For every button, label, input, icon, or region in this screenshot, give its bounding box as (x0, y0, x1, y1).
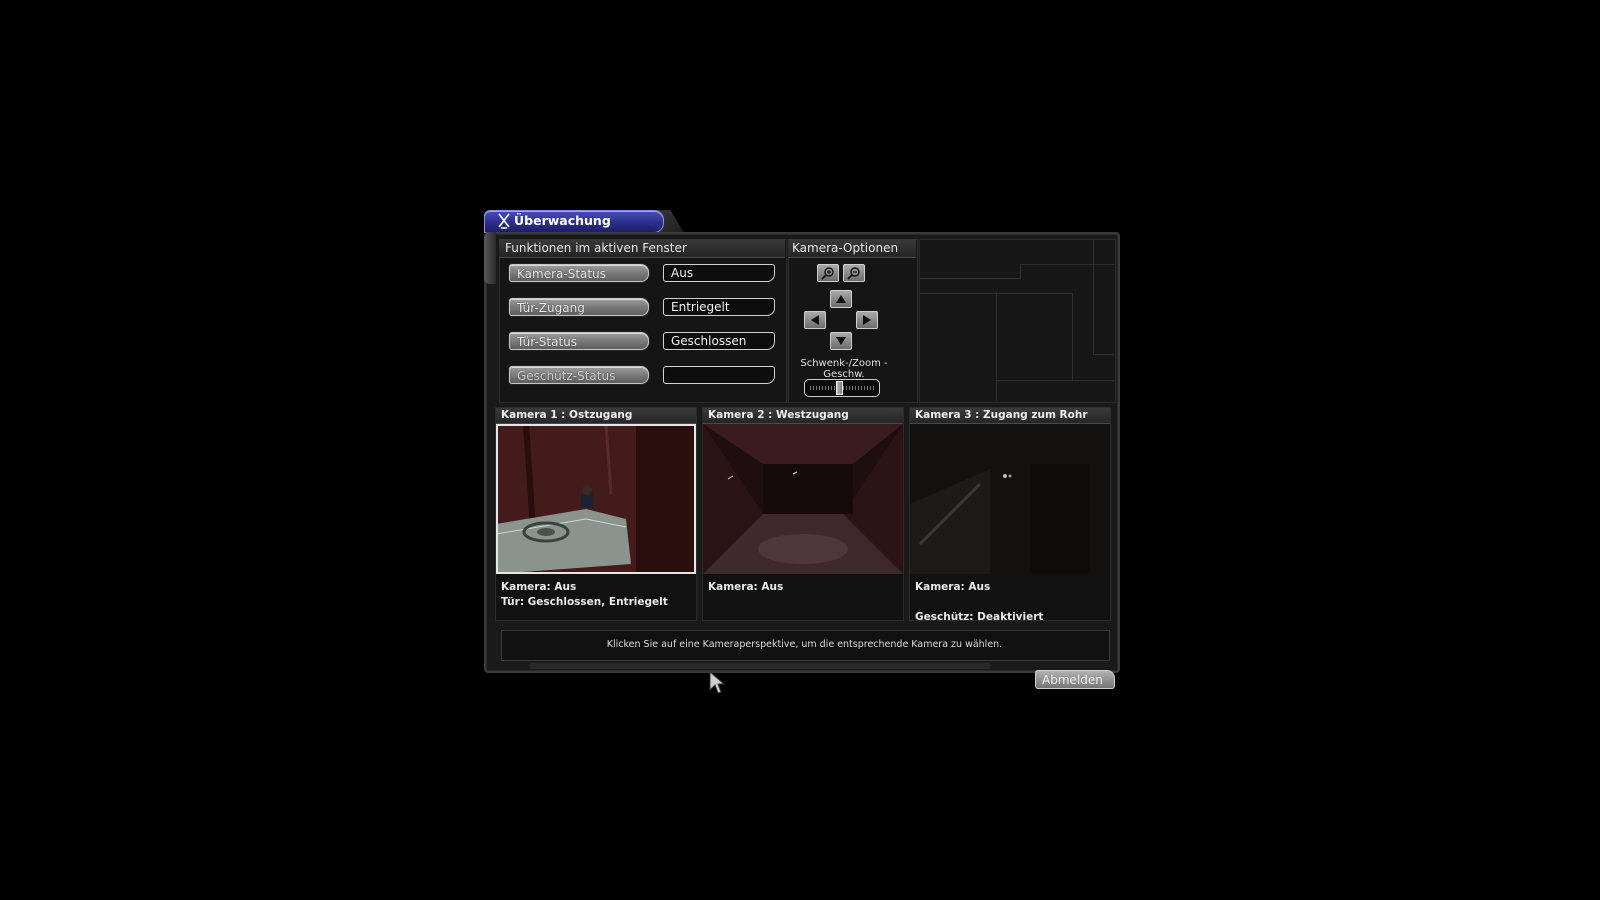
pan-zoom-speed-label: Schwenk-/Zoom -Geschw. (800, 358, 888, 380)
deco-line (1093, 354, 1114, 355)
camera-1-feed[interactable] (495, 423, 696, 575)
zoom-out-button[interactable] (843, 264, 865, 282)
arrow-right-icon (863, 315, 871, 325)
camera-tile-1[interactable]: Kamera 1 : Ostzugang Kamera: Aus Tür: Ge… (495, 407, 697, 621)
logout-button[interactable]: Abmelden (1035, 670, 1115, 689)
zoom-out-icon (847, 267, 860, 280)
mouse-cursor-icon (709, 671, 725, 694)
zoom-in-icon (821, 267, 834, 280)
camera-3-info-1: Kamera: Aus (915, 581, 991, 593)
slider-thumb[interactable] (836, 381, 843, 395)
camera-3-info-2 (910, 595, 1110, 610)
arrow-left-icon (811, 315, 819, 325)
turret-status-value (663, 366, 775, 384)
window-title: Überwachung (514, 213, 611, 228)
deco-line (997, 380, 1114, 381)
door-status-value: Geschlossen (663, 332, 775, 350)
camera-1-info-2: Tür: Geschlossen, Entriegelt (501, 596, 668, 608)
camera-tile-3[interactable]: Kamera 3 : Zugang zum Rohr Kamera: Aus G… (909, 407, 1111, 623)
pan-up-button[interactable] (830, 290, 852, 308)
camera-2-header: Kamera 2 : Westzugang (703, 408, 903, 424)
deco-line (997, 293, 1072, 294)
deco-line (1093, 239, 1094, 354)
pan-right-button[interactable] (856, 311, 878, 329)
frame-rail (484, 232, 496, 284)
camera-1-info-1: Kamera: Aus (501, 581, 577, 593)
arrow-down-icon (836, 337, 846, 345)
camera-2-info-1: Kamera: Aus (708, 581, 784, 593)
deco-line (996, 293, 997, 401)
camera-3-info-3: Geschütz: Deaktiviert (915, 611, 1044, 623)
surveillance-icon (498, 213, 510, 229)
zoom-in-button[interactable] (817, 264, 839, 282)
camera-3-header: Kamera 3 : Zugang zum Rohr (910, 408, 1110, 424)
turret-status-button[interactable]: Geschütz-Status (509, 366, 649, 384)
deco-line (1020, 264, 1021, 278)
deco-line (1020, 264, 1114, 265)
functions-panel-title: Funktionen im aktiven Fenster (505, 241, 687, 255)
camera-tile-2[interactable]: Kamera 2 : Westzugang Kamera: Aus (702, 407, 904, 621)
deco-line (919, 293, 997, 294)
camera-status-button[interactable]: Kamera-Status (509, 264, 649, 282)
camera-options-title: Kamera-Optionen (792, 241, 899, 255)
arrow-up-icon (836, 295, 846, 303)
frame-bottom-rail (530, 663, 990, 669)
camera-status-value: Aus (663, 264, 775, 282)
door-access-value: Entriegelt (663, 298, 775, 316)
camera-2-feed[interactable] (703, 424, 903, 574)
pan-down-button[interactable] (830, 332, 852, 350)
door-status-button[interactable]: Tür-Status (509, 332, 649, 350)
pan-left-button[interactable] (804, 311, 826, 329)
camera-1-header: Kamera 1 : Ostzugang (496, 408, 696, 424)
door-access-button[interactable]: Tür-Zugang (509, 298, 649, 316)
camera-3-feed[interactable] (910, 424, 1110, 574)
status-bar-text: Klicken Sie auf eine Kameraperspektive, … (606, 639, 1003, 650)
deco-line (1072, 293, 1073, 381)
deco-line (919, 278, 1021, 279)
